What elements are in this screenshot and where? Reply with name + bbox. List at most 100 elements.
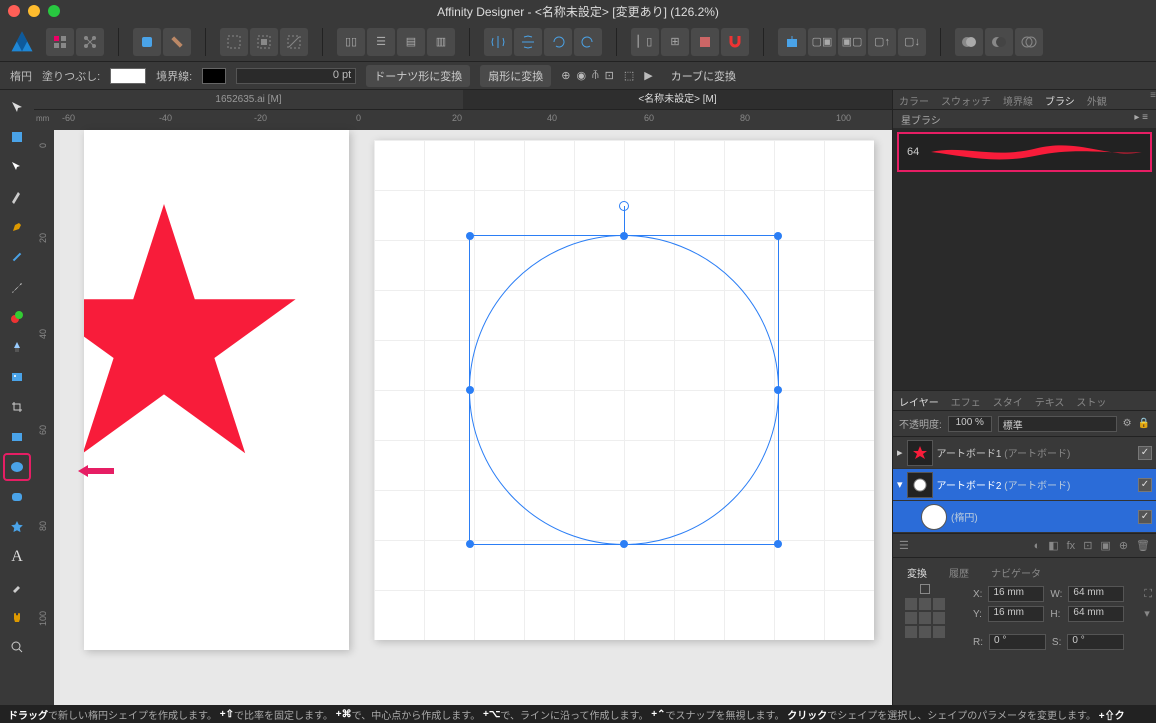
handle-tl[interactable] — [466, 232, 474, 240]
brush-category[interactable]: 星ブラシ — [901, 112, 941, 126]
tab-color[interactable]: カラー — [893, 90, 935, 109]
boolean-add-button[interactable] — [955, 28, 983, 56]
zoom-tool[interactable] — [4, 634, 30, 660]
doc-tab-2[interactable]: <名称未設定> [M] — [463, 90, 892, 109]
delete-layer-icon[interactable]: 🗑 — [1136, 539, 1150, 552]
handle-br[interactable] — [774, 540, 782, 548]
star-shape[interactable] — [84, 190, 304, 470]
tab-stock[interactable]: ストッ — [1070, 391, 1112, 410]
fx-icon[interactable]: fx — [1067, 540, 1076, 552]
ctx-icon-6[interactable]: ▶ — [644, 69, 652, 82]
dropdown-icon[interactable]: ▾ — [1144, 607, 1152, 620]
tab-layers[interactable]: レイヤー — [893, 391, 945, 410]
move-backward-button[interactable]: ▢↓ — [898, 28, 926, 56]
ellipse-tool[interactable] — [4, 454, 30, 480]
tab-text[interactable]: テキス — [1029, 391, 1071, 410]
ctx-icon-1[interactable]: ⊕ — [561, 69, 570, 82]
flip-h-button[interactable] — [484, 28, 512, 56]
boolean-intersect-button[interactable] — [1015, 28, 1043, 56]
ctx-icon-4[interactable]: ⊡ — [605, 69, 614, 82]
tab-history[interactable]: 履歴 — [943, 562, 975, 582]
w-field[interactable]: 64 mm — [1068, 586, 1124, 602]
blend-mode-field[interactable]: 標準 — [998, 416, 1117, 432]
move-tool[interactable] — [4, 94, 30, 120]
canvas[interactable]: アートボード2 — [54, 130, 892, 705]
layer-row-artboard2[interactable]: ▾ アートボード2 (アートボード) ✓ — [893, 469, 1156, 501]
convert-donut-button[interactable]: ドーナツ形に変換 — [366, 65, 470, 87]
visibility-checkbox[interactable]: ✓ — [1138, 510, 1152, 524]
r-field[interactable]: 0 ° — [989, 634, 1046, 650]
point-tool[interactable] — [4, 184, 30, 210]
brush-menu-icon[interactable]: ▸ ≡ — [1134, 112, 1148, 126]
gear-icon[interactable]: ⚙ — [1123, 418, 1132, 429]
adjustment-icon[interactable]: ◧ — [1048, 539, 1058, 552]
brush-tool[interactable] — [4, 274, 30, 300]
artboard-tool[interactable] — [4, 124, 30, 150]
boolean-subtract-button[interactable] — [985, 28, 1013, 56]
close-window-icon[interactable] — [8, 5, 20, 17]
align-left-button[interactable]: ▏▯ — [631, 28, 659, 56]
y-field[interactable]: 16 mm — [988, 606, 1044, 622]
convert-curve-button[interactable]: カーブに変換 — [663, 65, 744, 87]
x-field[interactable]: 16 mm — [988, 586, 1044, 602]
distribute-h-button[interactable]: ▯▯ — [337, 28, 365, 56]
pen-tool[interactable] — [4, 214, 30, 240]
rounded-rect-tool[interactable] — [4, 484, 30, 510]
handle-t[interactable] — [620, 232, 628, 240]
persona-designer[interactable] — [46, 28, 74, 56]
select-same-button[interactable] — [250, 28, 278, 56]
lock-icon[interactable]: 🔒 — [1138, 418, 1150, 429]
text-tool[interactable]: A — [4, 544, 30, 570]
arrange-v-button[interactable]: ▤ — [397, 28, 425, 56]
stroke-width-field[interactable]: 0 pt — [236, 68, 356, 84]
magnet-button[interactable] — [721, 28, 749, 56]
handle-bl[interactable] — [466, 540, 474, 548]
fill-swatch[interactable] — [110, 68, 146, 84]
handle-tr[interactable] — [774, 232, 782, 240]
flip-v-button[interactable] — [514, 28, 542, 56]
arrange-h-button[interactable]: ▥ — [427, 28, 455, 56]
move-forward-button[interactable]: ▢↑ — [868, 28, 896, 56]
snapping-button[interactable]: ⊞ — [661, 28, 689, 56]
rotate-ccw-button[interactable] — [544, 28, 572, 56]
tab-effects[interactable]: エフェ — [945, 391, 987, 410]
layer-row-artboard1[interactable]: ▸ アートボード1 (アートボード) ✓ — [893, 437, 1156, 469]
tab-transform[interactable]: 変換 — [901, 562, 933, 582]
add-layer-icon[interactable]: ⊕ — [1119, 539, 1128, 552]
layers-stack-icon[interactable]: ☰ — [899, 539, 909, 552]
persona-pixel[interactable] — [76, 28, 104, 56]
expand-icon[interactable]: ▾ — [897, 478, 903, 491]
ctx-icon-2[interactable]: ◉ — [576, 69, 586, 82]
visibility-checkbox[interactable]: ✓ — [1138, 478, 1152, 492]
minimize-window-icon[interactable] — [28, 5, 40, 17]
pencil-tool[interactable] — [4, 244, 30, 270]
handle-l[interactable] — [466, 386, 474, 394]
crop-layer-icon[interactable]: ⊡ — [1083, 539, 1092, 552]
tab-navigator[interactable]: ナビゲータ — [985, 562, 1047, 582]
artboard-2[interactable] — [374, 140, 874, 640]
link-wh-icon[interactable]: ⛶ — [1144, 588, 1152, 601]
tab-stroke[interactable]: 境界線 — [997, 90, 1039, 109]
doc-tab-1[interactable]: 1652635.ai [M] — [34, 90, 463, 109]
node-tool[interactable] — [4, 154, 30, 180]
force-pixel-button[interactable] — [691, 28, 719, 56]
ctx-icon-3[interactable]: ⫚ — [592, 69, 599, 82]
group-icon[interactable]: ▣ — [1100, 539, 1110, 552]
s-field[interactable]: 0 ° — [1067, 634, 1124, 650]
deselect-button[interactable] — [280, 28, 308, 56]
zoom-window-icon[interactable] — [48, 5, 60, 17]
distribute-v-button[interactable]: ☰ — [367, 28, 395, 56]
opacity-field[interactable]: 100 % — [948, 416, 992, 432]
layer-row-ellipse[interactable]: (楕円) ✓ — [893, 501, 1156, 533]
preferences-button[interactable] — [163, 28, 191, 56]
brush-item[interactable]: 64 — [897, 132, 1152, 172]
select-all-button[interactable] — [220, 28, 248, 56]
tab-swatches[interactable]: スウォッチ — [935, 90, 997, 109]
fill-tool[interactable] — [4, 304, 30, 330]
tab-styles[interactable]: スタイ — [987, 391, 1029, 410]
move-back-button[interactable]: ▣▢ — [838, 28, 866, 56]
ruler-unit[interactable]: mm — [34, 110, 54, 130]
place-image-tool[interactable] — [4, 364, 30, 390]
visibility-checkbox[interactable]: ✓ — [1138, 446, 1152, 460]
tab-appearance[interactable]: 外観 — [1081, 90, 1113, 109]
